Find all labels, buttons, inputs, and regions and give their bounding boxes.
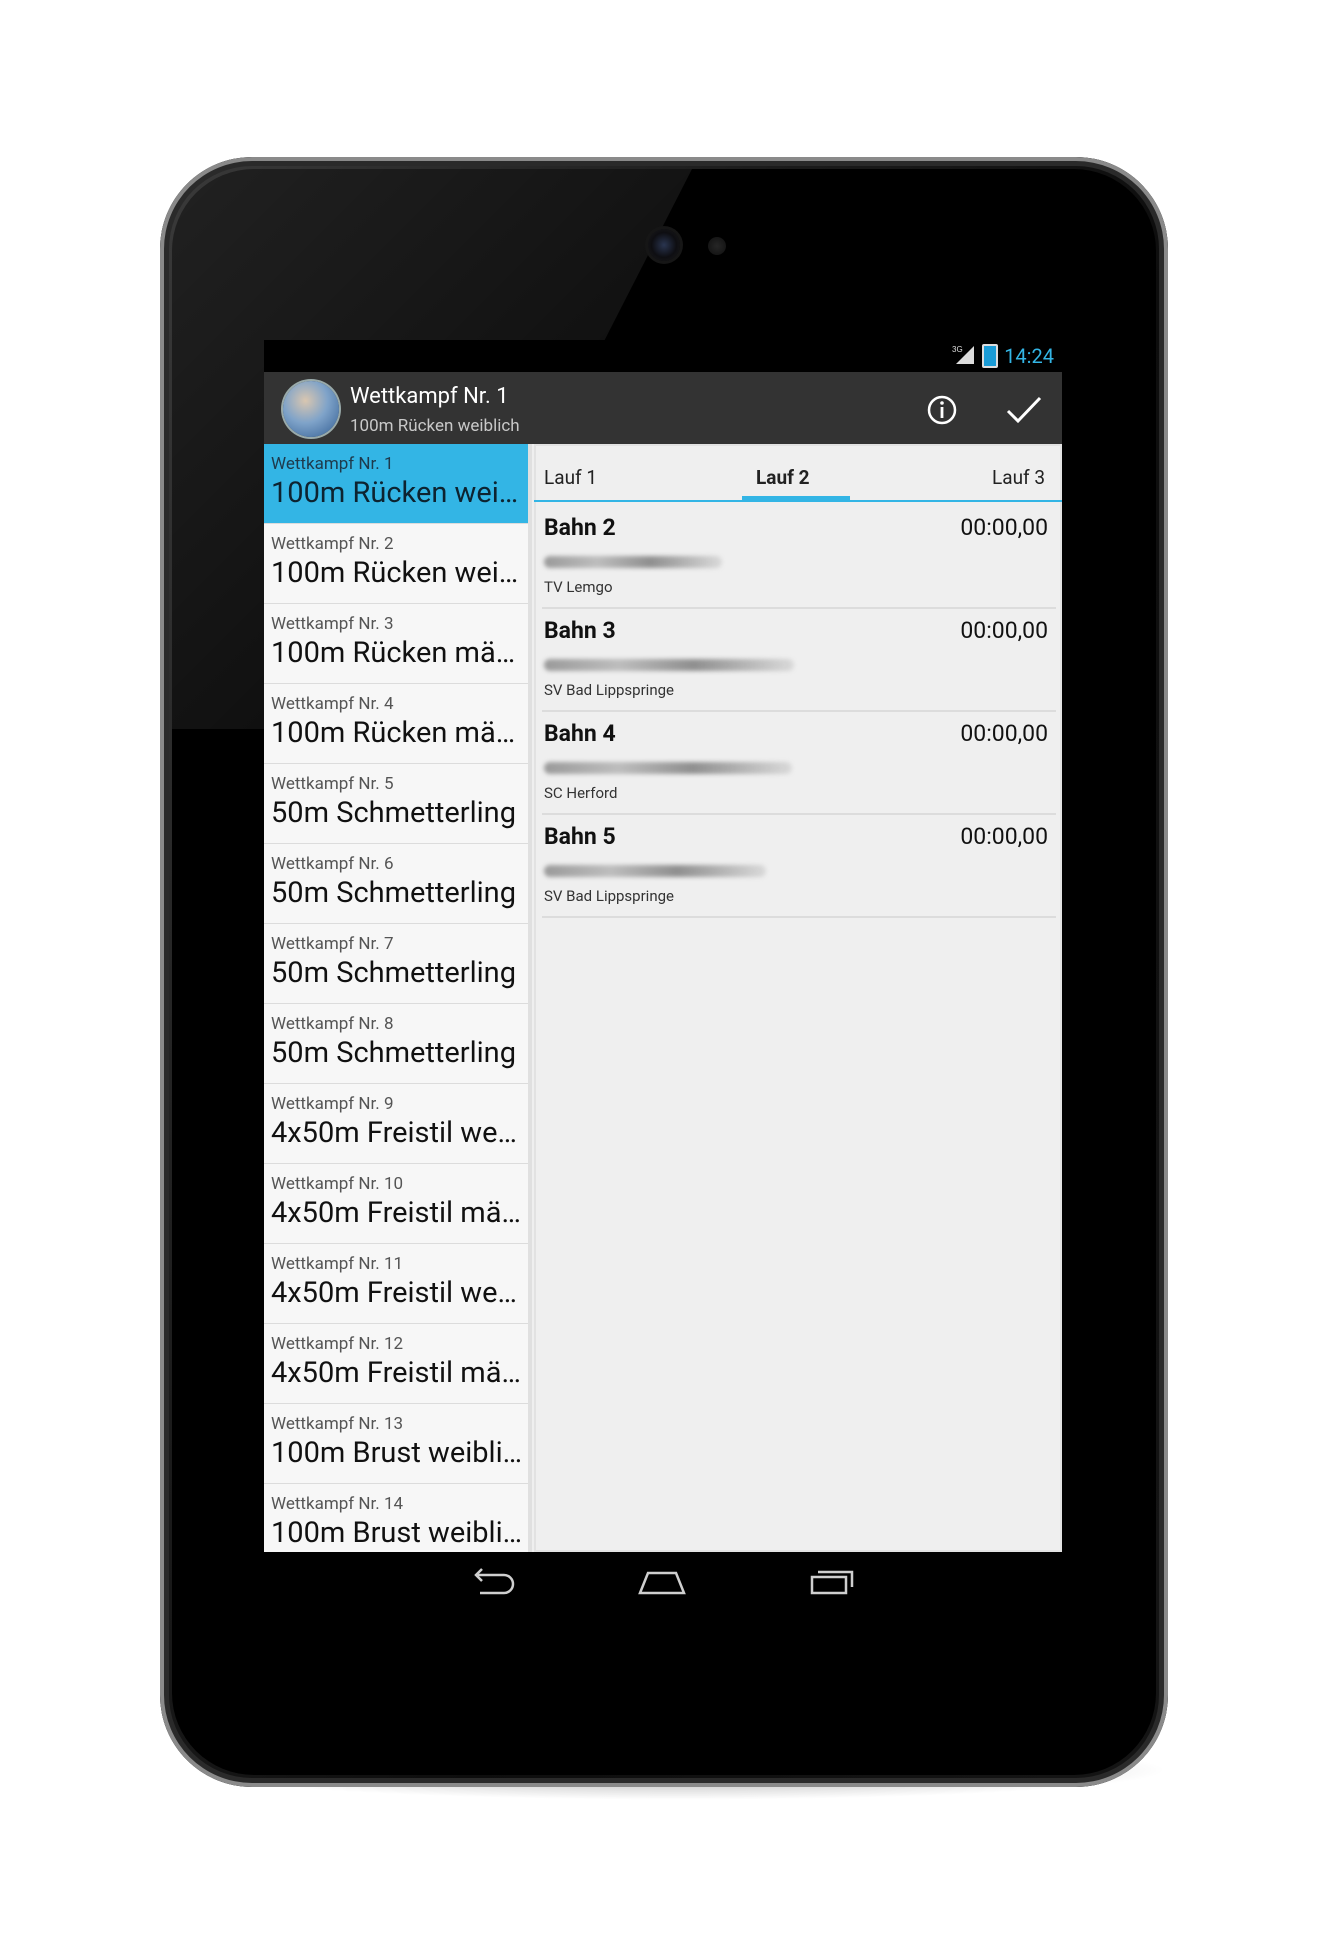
camera-icon <box>648 229 680 261</box>
competition-number: Wettkampf Nr. 9 <box>271 1094 394 1114</box>
list-item[interactable]: Wettkampf Nr. 7 50m Schmetterling <box>264 924 528 1004</box>
lane-time: 00:00,00 <box>960 514 1048 541</box>
tab-lauf-2[interactable]: Lauf 2 <box>756 466 810 489</box>
list-item[interactable]: Wettkampf Nr. 124x50m Freistil männlich <box>264 1324 528 1404</box>
screen: 3G 14:24 Wettkampf Nr. 1 100m Rücken wei… <box>264 340 1062 1552</box>
competition-title: 100m Rücken weiblich <box>271 556 523 590</box>
competition-number: Wettkampf Nr. 7 <box>271 934 394 954</box>
action-bar: Wettkampf Nr. 1 100m Rücken weiblich <box>264 372 1062 444</box>
competition-number: Wettkampf Nr. 11 <box>271 1254 404 1274</box>
list-item[interactable]: Wettkampf Nr. 13 100m Brust weiblich <box>264 1404 528 1484</box>
action-bar-title: Wettkampf Nr. 1 <box>350 384 509 409</box>
competition-title: 100m Rücken männlich <box>271 716 523 750</box>
competition-number: Wettkampf Nr. 4 <box>271 694 394 714</box>
lane-row[interactable]: Bahn 4 00:00,00 SC Herford <box>542 712 1056 815</box>
swimmer-name-redacted <box>544 659 794 671</box>
back-button[interactable] <box>462 1562 522 1602</box>
competition-title: 100m Rücken weiblich <box>271 476 523 510</box>
competition-title: 4x50m Freistil weiblich <box>271 1116 523 1150</box>
competition-number: Wettkampf Nr. 12 <box>271 1334 404 1354</box>
lane-time: 00:00,00 <box>960 617 1048 644</box>
competition-list[interactable]: Wettkampf Nr. 1100m Rücken weiblichWettk… <box>264 444 528 1552</box>
content-area: Wettkampf Nr. 1100m Rücken weiblichWettk… <box>264 444 1062 1552</box>
heat-panel: Lauf 1 Lauf 2 Lauf 3 Bahn 2 00:00,00 TV … <box>534 444 1062 1552</box>
competition-number: Wettkampf Nr. 8 <box>271 1014 394 1034</box>
lane-time: 00:00,00 <box>960 823 1048 850</box>
list-item[interactable]: Wettkampf Nr. 3100m Rücken männlich <box>264 604 528 684</box>
competition-title: 4x50m Freistil weiblich <box>271 1276 523 1310</box>
lane-club: SC Herford <box>544 784 618 802</box>
competition-number: Wettkampf Nr. 6 <box>271 854 394 874</box>
check-icon <box>1006 396 1042 424</box>
lane-row[interactable]: Bahn 2 00:00,00 TV Lemgo <box>542 506 1056 609</box>
competition-title: 4x50m Freistil männlich <box>271 1356 523 1390</box>
lane-row[interactable]: Bahn 3 00:00,00 SV Bad Lippspringe <box>542 609 1056 712</box>
info-button[interactable] <box>916 384 968 436</box>
competition-title: 100m Brust weiblich <box>271 1436 523 1470</box>
competition-number: Wettkampf Nr. 13 <box>271 1414 404 1434</box>
competition-number: Wettkampf Nr. 2 <box>271 534 394 554</box>
lane-name: Bahn 5 <box>544 823 616 850</box>
competition-number: Wettkampf Nr. 14 <box>271 1494 404 1514</box>
signal-icon: 3G <box>952 344 976 368</box>
list-item[interactable]: Wettkampf Nr. 8 50m Schmetterling <box>264 1004 528 1084</box>
list-item[interactable]: Wettkampf Nr. 4100m Rücken männlich <box>264 684 528 764</box>
competition-number: Wettkampf Nr. 5 <box>271 774 394 794</box>
competition-title: 100m Brust weiblich <box>271 1516 523 1550</box>
battery-icon <box>982 344 999 368</box>
competition-title: 50m Schmetterling <box>271 796 516 830</box>
lane-name: Bahn 4 <box>544 720 616 747</box>
status-time: 14:24 <box>1004 344 1054 368</box>
competition-number: Wettkampf Nr. 1 <box>271 454 394 474</box>
swimmer-name-redacted <box>544 556 722 568</box>
competition-title: 50m Schmetterling <box>271 876 516 910</box>
lane-time: 00:00,00 <box>960 720 1048 747</box>
swimmer-name-redacted <box>544 865 766 877</box>
sensor-icon <box>708 237 726 255</box>
recents-icon <box>810 1570 854 1595</box>
competition-title: 50m Schmetterling <box>271 956 516 990</box>
info-icon <box>927 395 957 425</box>
status-bar: 3G 14:24 <box>264 340 1062 372</box>
lane-club: SV Bad Lippspringe <box>544 681 674 699</box>
tab-lauf-1[interactable]: Lauf 1 <box>544 466 597 489</box>
competition-title: 100m Rücken männlich <box>271 636 523 670</box>
list-item[interactable]: Wettkampf Nr. 104x50m Freistil männlich <box>264 1164 528 1244</box>
list-item[interactable]: Wettkampf Nr. 1100m Rücken weiblich <box>264 444 528 524</box>
navigation-bar <box>264 1552 1062 1612</box>
tab-lauf-3[interactable]: Lauf 3 <box>992 466 1045 489</box>
list-item[interactable]: Wettkampf Nr. 14 100m Brust weiblich <box>264 1484 528 1552</box>
list-item[interactable]: Wettkampf Nr. 6 50m Schmetterling <box>264 844 528 924</box>
lane-club: SV Bad Lippspringe <box>544 887 674 905</box>
lane-row[interactable]: Bahn 5 00:00,00 SV Bad Lippspringe <box>542 815 1056 918</box>
competition-number: Wettkampf Nr. 10 <box>271 1174 404 1194</box>
competition-title: 50m Schmetterling <box>271 1036 516 1070</box>
list-item[interactable]: Wettkampf Nr. 5 50m Schmetterling <box>264 764 528 844</box>
swimmer-name-redacted <box>544 762 792 774</box>
home-icon <box>638 1571 686 1595</box>
svg-text:3G: 3G <box>952 345 963 354</box>
recents-button[interactable] <box>802 1562 862 1602</box>
status-icons: 3G 14:24 <box>952 344 1054 368</box>
list-item[interactable]: Wettkampf Nr. 2100m Rücken weiblich <box>264 524 528 604</box>
list-item[interactable]: Wettkampf Nr. 94x50m Freistil weiblich <box>264 1084 528 1164</box>
action-bar-subtitle: 100m Rücken weiblich <box>350 416 520 436</box>
panel-divider <box>528 444 532 1552</box>
lane-name: Bahn 2 <box>544 514 616 541</box>
back-icon <box>474 1568 515 1595</box>
lane-name: Bahn 3 <box>544 617 616 644</box>
list-item[interactable]: Wettkampf Nr. 114x50m Freistil weiblich <box>264 1244 528 1324</box>
confirm-button[interactable] <box>998 384 1050 436</box>
lane-club: TV Lemgo <box>544 578 613 596</box>
app-logo-icon[interactable] <box>283 381 339 437</box>
heat-tab-strip: Lauf 1 Lauf 2 Lauf 3 <box>534 450 1062 502</box>
tab-indicator <box>742 496 850 501</box>
home-button[interactable] <box>632 1562 692 1602</box>
competition-title: 4x50m Freistil männlich <box>271 1196 523 1230</box>
competition-number: Wettkampf Nr. 3 <box>271 614 394 634</box>
